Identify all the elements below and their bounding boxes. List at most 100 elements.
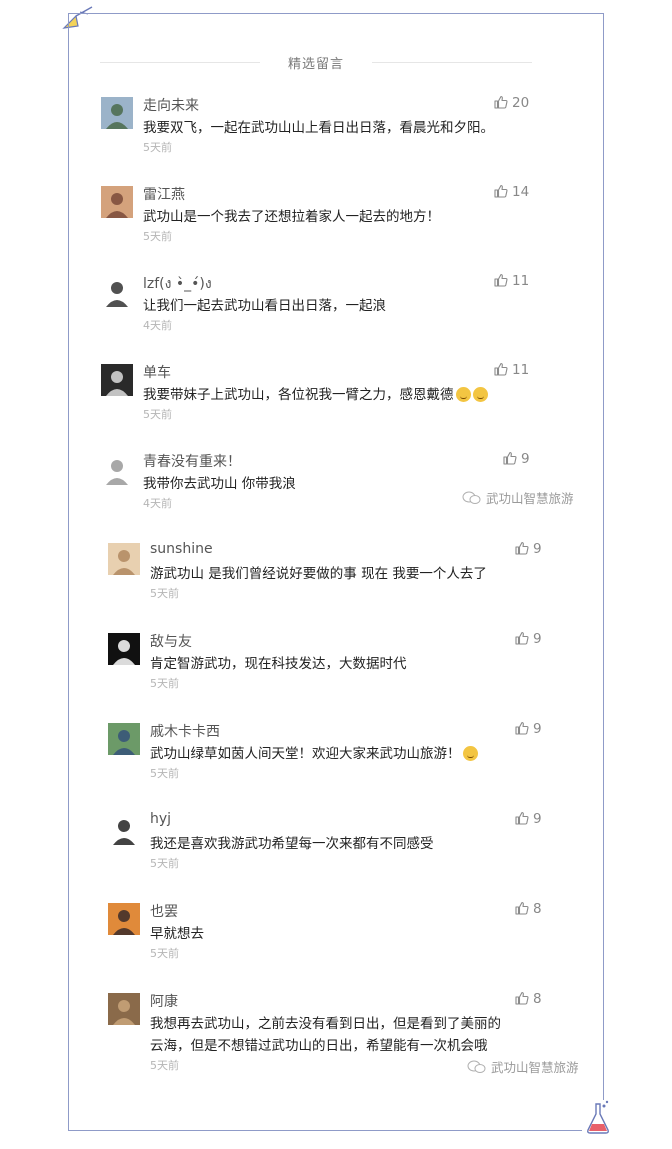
comment-text-line: 我想再去武功山，之前去没有看到日出，但是看到了美丽的 xyxy=(150,1016,501,1032)
comment-time: 4天前 xyxy=(143,319,172,332)
like-count: 9 xyxy=(533,811,542,827)
comment-item: 雷江燕武功山是一个我去了还想拉着家人一起去的地方！ 5天前 14 xyxy=(101,184,551,266)
thumbs-up-icon xyxy=(515,991,529,1005)
comment-text-line: 我要带妹子上武功山，各位祝我一臂之力，感恩戴德 xyxy=(143,387,454,403)
comment-author[interactable]: 单车 xyxy=(143,362,171,382)
comment-text: 我想再去武功山，之前去没有看到日出，但是看到了美丽的 云海，但是不想错过武功山的日… xyxy=(150,1013,501,1057)
avatar-face-icon[interactable] xyxy=(108,813,140,845)
comment-item: sunshine 游武功山 是我们曾经说好要做的事 现在 我要一个人去了 5天前 9 xyxy=(108,541,558,623)
like-button[interactable]: 9 xyxy=(515,721,542,737)
comment-text-line: 让我们一起去武功山看日出日落，一起浪 xyxy=(143,298,386,314)
comment-text-line: 武功山是一个我去了还想拉着家人一起去的地方！ xyxy=(143,209,440,225)
comment-text-line: 肯定智游武功，现在科技发达，大数据时代 xyxy=(150,656,407,672)
like-button[interactable]: 9 xyxy=(503,451,530,467)
like-button[interactable]: 9 xyxy=(515,631,542,647)
like-button[interactable]: 11 xyxy=(494,362,529,378)
comment-time: 5天前 xyxy=(150,677,179,690)
thumbs-up-icon xyxy=(515,541,529,555)
like-count: 20 xyxy=(512,95,530,111)
avatar-landscape-icon[interactable] xyxy=(101,97,133,129)
avatar-logo-icon[interactable] xyxy=(108,633,140,665)
comment-time: 5天前 xyxy=(150,1059,179,1072)
like-count: 9 xyxy=(533,631,542,647)
smile-emoji-icon xyxy=(462,746,478,761)
comment-author[interactable]: 戚木卡卡西 xyxy=(150,721,220,741)
avatar-portrait-icon[interactable] xyxy=(101,186,133,218)
avatar-girl-icon[interactable] xyxy=(108,543,140,575)
like-button[interactable]: 11 xyxy=(494,273,529,289)
avatar-outdoor-icon[interactable] xyxy=(108,723,140,755)
page-title: 精选留言 xyxy=(279,57,352,72)
comment-time: 5天前 xyxy=(143,230,172,243)
thumbs-up-icon xyxy=(515,631,529,645)
comment-text-line: 云海，但是不想错过武功山的日出，希望能有一次机会哦 xyxy=(150,1038,488,1054)
comment-text: 我带你去武功山 你带我浪 xyxy=(143,473,296,495)
comment-text-line: 我带你去武功山 你带我浪 xyxy=(143,476,296,492)
watermark-text: 武功山智慧旅游 xyxy=(486,491,574,506)
section-header: 精选留言 xyxy=(100,53,532,73)
comment-author[interactable]: lzf(ง •̀_•́)ง xyxy=(143,273,212,295)
comment-text: 我还是喜欢我游武功希望每一次来都有不同感受 xyxy=(150,833,434,855)
like-button[interactable]: 14 xyxy=(494,184,529,200)
comment-text: 武功山是一个我去了还想拉着家人一起去的地方！ xyxy=(143,206,440,228)
comment-author[interactable]: sunshine xyxy=(150,541,213,557)
comment-text: 我要双飞，一起在武功山山上看日出日落，看晨光和夕阳。 xyxy=(143,117,494,139)
comment-author[interactable]: 青春没有重来！ xyxy=(143,451,241,471)
thumbs-up-icon xyxy=(494,273,508,287)
watermark-text: 武功山智慧旅游 xyxy=(491,1060,579,1075)
like-count: 14 xyxy=(512,184,530,200)
comment-text: 我要带妹子上武功山，各位祝我一臂之力，感恩戴德 xyxy=(143,384,488,406)
comment-text: 武功山绿草如茵人间天堂！欢迎大家来武功山旅游！ xyxy=(150,743,478,765)
comment-time: 4天前 xyxy=(143,497,172,510)
like-button[interactable]: 8 xyxy=(515,991,542,1007)
comment-time: 5天前 xyxy=(143,141,172,154)
comment-time: 5天前 xyxy=(143,408,172,421)
comment-item: 戚木卡卡西 武功山绿草如茵人间天堂！欢迎大家来武功山旅游！ 5天前 9 xyxy=(108,721,558,803)
comment-text-line: 我还是喜欢我游武功希望每一次来都有不同感受 xyxy=(150,836,434,852)
like-count: 9 xyxy=(533,541,542,557)
comment-author[interactable]: 敌与友 xyxy=(150,631,192,651)
avatar-sketch-icon[interactable] xyxy=(101,453,133,485)
thumbs-up-icon xyxy=(494,184,508,198)
like-count: 8 xyxy=(533,901,542,917)
wechat-icon xyxy=(467,1060,487,1077)
comment-author[interactable]: 走向未来 xyxy=(143,95,199,115)
like-button[interactable]: 8 xyxy=(515,901,542,917)
avatar-group-icon[interactable] xyxy=(101,364,133,396)
like-button[interactable]: 9 xyxy=(515,811,542,827)
comment-item: hyj 我还是喜欢我游武功希望每一次来都有不同感受 5天前 9 xyxy=(108,811,558,893)
comment-text-line: 早就想去 xyxy=(150,926,204,942)
comment-author[interactable]: 也罢 xyxy=(150,901,178,921)
comment-item: 也罢 早就想去 5天前 8 xyxy=(108,901,558,983)
thumbs-up-icon xyxy=(503,451,517,465)
comment-item: lzf(ง •̀_•́)ง 让我们一起去武功山看日出日落，一起浪 4天前 11 xyxy=(101,273,551,355)
comment-text: 肯定智游武功，现在科技发达，大数据时代 xyxy=(150,653,407,675)
comment-item: 走向未来 我要双飞，一起在武功山山上看日出日落，看晨光和夕阳。 5天前 20 xyxy=(101,95,551,177)
wechat-icon xyxy=(462,491,482,508)
comment-time: 5天前 xyxy=(150,767,179,780)
like-count: 11 xyxy=(512,273,530,289)
thumbs-up-icon xyxy=(515,721,529,735)
flask-icon xyxy=(582,1100,612,1136)
like-count: 11 xyxy=(512,362,530,378)
like-count: 9 xyxy=(533,721,542,737)
comment-item: 单车我要带妹子上武功山，各位祝我一臂之力，感恩戴德 5天前 11 xyxy=(101,362,551,444)
thumbs-up-icon xyxy=(515,901,529,915)
avatar-cat-icon[interactable] xyxy=(108,993,140,1025)
comment-time: 5天前 xyxy=(150,857,179,870)
thumbs-up-icon xyxy=(515,811,529,825)
comment-author[interactable]: hyj xyxy=(150,811,171,827)
watermark: 武功山智慧旅游 xyxy=(462,488,574,508)
like-count: 8 xyxy=(533,991,542,1007)
emoji-icon xyxy=(472,387,488,402)
comment-text: 让我们一起去武功山看日出日落，一起浪 xyxy=(143,295,386,317)
comment-text: 游武功山 是我们曾经说好要做的事 现在 我要一个人去了 xyxy=(150,563,487,585)
thumbs-up-icon xyxy=(494,95,508,109)
avatar-sunset-icon[interactable] xyxy=(108,903,140,935)
like-button[interactable]: 20 xyxy=(494,95,529,111)
like-button[interactable]: 9 xyxy=(515,541,542,557)
comment-author[interactable]: 雷江燕 xyxy=(143,184,185,204)
avatar-cartoon-icon[interactable] xyxy=(101,275,133,307)
comment-author[interactable]: 阿康 xyxy=(150,991,178,1011)
comment-time: 5天前 xyxy=(150,587,179,600)
